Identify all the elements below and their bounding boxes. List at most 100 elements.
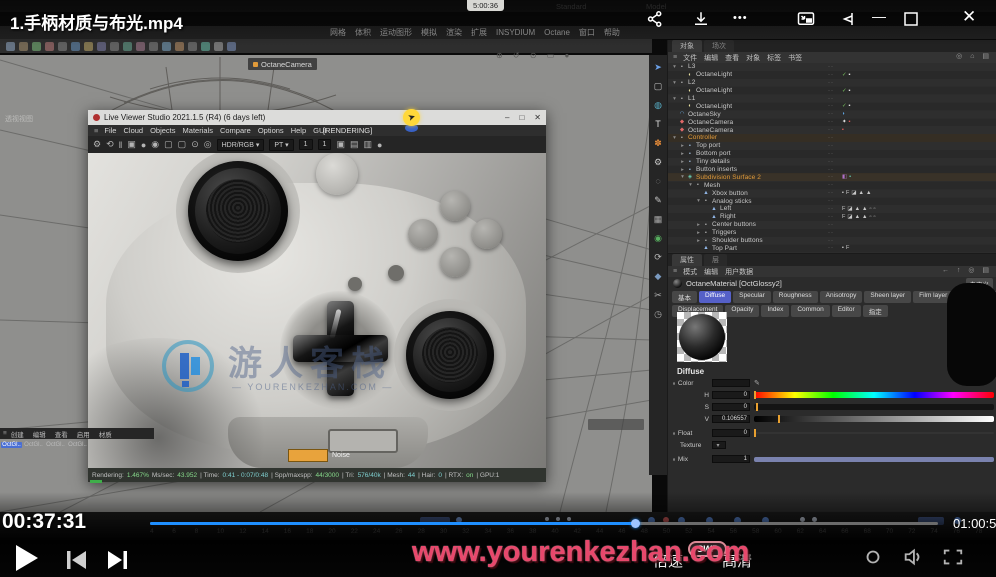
strip-tool-icon[interactable]: ▢ [650,77,666,96]
object-tag-icon[interactable]: ▪ [849,174,851,180]
strip-tool-icon[interactable]: ▦ [650,210,666,229]
sat-slider[interactable] [754,404,994,410]
visibility-dots[interactable]: ·· [828,159,834,165]
menu-item[interactable]: File [104,126,116,135]
visibility-dots[interactable]: ·· [828,222,834,228]
dock-right-icon[interactable] [838,10,860,28]
visibility-dots[interactable]: ·· [828,151,834,157]
menu-item[interactable]: Cloud [123,126,143,135]
material-channel-tab[interactable]: Common [791,305,829,317]
kernel-dropdown[interactable]: PT ▾ [269,139,293,151]
material-channel-tab[interactable]: Specular [733,291,771,303]
object-tree-item[interactable]: ▸▪Center buttons·· [668,221,996,229]
object-tree-item[interactable]: ▾▪Analog sticks·· [668,197,996,205]
object-tag-icon[interactable]: ▪ [842,127,844,133]
object-tree-item[interactable]: ▾▪Mesh·· [668,181,996,189]
object-tag-icon[interactable]: ▲ [862,206,867,212]
menu-item[interactable]: 模式 [683,267,697,277]
object-tree-item[interactable]: ▾◈Subdivision Surface 2··◧▪ [668,173,996,181]
strip-tool-icon[interactable]: ◉ [650,229,666,248]
visibility-dots[interactable]: ·· [828,72,834,78]
fullscreen-icon[interactable] [942,547,964,567]
strip-tool-icon[interactable]: T [650,115,666,134]
panel-burger-icon[interactable]: ≡ [673,54,677,61]
visibility-dots[interactable]: ·· [828,206,834,212]
object-tag-icon[interactable]: ▲ [862,214,867,220]
object-tag-icon[interactable]: ▫ [869,214,871,220]
strip-tool-icon[interactable]: ✎ [650,191,666,210]
object-tag-icon[interactable]: ▲ [855,214,860,220]
material-channel-tab[interactable]: Roughness [773,291,818,303]
material-thumbnail[interactable]: OctGl.. [23,441,44,448]
lv-tool-icon[interactable]: ▤ [350,139,359,150]
menu-item[interactable]: 文件 [683,53,697,63]
object-tag-icon[interactable]: ▫ [873,206,875,212]
visibility-dots[interactable]: ·· [828,245,834,251]
strip-tool-icon[interactable]: ◆ [650,267,666,286]
menu-item[interactable]: 启用 [77,429,90,439]
object-tree-item[interactable]: ▸▪Bottom port·· [668,150,996,158]
object-tag-icon[interactable]: ▲ [855,206,860,212]
tree-caret-icon[interactable]: ▸ [695,222,702,228]
object-tag-icon[interactable]: ✓ [842,103,847,109]
object-tree-item[interactable]: ▸▪Triggers·· [668,229,996,237]
play-button[interactable] [16,545,38,571]
menu-item[interactable]: 标签 [767,53,781,63]
visibility-dots[interactable]: ·· [828,64,834,70]
spin-field-1[interactable]: 1 [299,139,313,150]
live-viewer-titlebar[interactable]: Live Viewer Studio 2021.1.5 (R4) (6 days… [88,110,546,125]
color-swatch[interactable] [712,379,750,387]
visibility-dots[interactable]: ·· [828,167,834,173]
next-button[interactable] [104,549,130,571]
menu-item[interactable]: Help [291,126,306,135]
tree-caret-icon[interactable]: ▾ [671,64,678,70]
download-icon[interactable] [690,10,712,28]
visibility-dots[interactable]: ·· [828,80,834,86]
lv-tool-icon[interactable]: ● [377,140,382,150]
lv-maximize-button[interactable]: □ [519,113,524,122]
object-tag-icon[interactable]: F [846,190,849,196]
strip-tool-icon[interactable]: ◷ [650,305,666,324]
visibility-dots[interactable]: ·· [828,111,834,117]
object-tree-item[interactable]: ◐OctaneLight··✓▪ [668,71,996,79]
visibility-dots[interactable]: ·· [828,96,834,102]
spin-field-2[interactable]: 1 [318,139,332,150]
object-tree-item[interactable]: ▸▪Shoulder buttons·· [668,237,996,245]
share-icon[interactable] [644,10,666,28]
mix-slider[interactable] [754,457,994,462]
object-tag-icon[interactable]: ✓ [842,88,847,94]
tree-caret-icon[interactable]: ▸ [695,230,702,236]
lv-tool-icon[interactable]: ⟲ [106,139,114,150]
tree-caret-icon[interactable]: ▾ [687,182,694,188]
lv-tool-icon[interactable]: ▢ [178,139,187,150]
material-channel-tab[interactable]: Opacity [725,305,759,317]
val-slider-handle[interactable] [778,415,780,423]
material-channel-tab[interactable]: Diffuse [699,291,731,303]
lv-tool-icon[interactable]: ◎ [204,139,212,150]
viewport-view-label[interactable]: 透视视图 [5,114,33,124]
object-tree-item[interactable]: ▾▪L3·· [668,63,996,71]
strip-tool-icon[interactable]: ◌ [650,172,666,191]
object-tag-icon[interactable]: ◪ [847,206,852,212]
object-tag-icon[interactable]: ▫ [873,214,875,220]
tree-caret-icon[interactable]: ▸ [679,143,686,149]
float-slider-handle[interactable] [754,429,756,437]
object-tree-item[interactable]: ▸▪Button inserts·· [668,166,996,174]
color-label[interactable]: ∘ Color [672,379,712,387]
strip-tool-icon[interactable]: ◍ [650,96,666,115]
lv-tool-icon[interactable]: ▥ [363,139,372,150]
render-view[interactable]: Noise [88,153,546,468]
visibility-dots[interactable]: ·· [828,135,834,141]
lv-tool-icon[interactable]: ▢ [164,139,173,150]
val-slider[interactable] [754,416,994,422]
sat-field[interactable]: 0 [712,403,750,411]
lv-tool-icon[interactable]: ⊙ [191,139,199,150]
menu-item[interactable]: 编辑 [33,429,46,439]
object-tag-icon[interactable]: ▪ [842,190,844,196]
object-tree-item[interactable]: ▲Xbox button··▪F◪▲▲ [668,189,996,197]
object-tree-item[interactable]: ▾▪L2·· [668,79,996,87]
material-channel-tab[interactable]: 基本 [672,291,697,303]
menu-item[interactable]: 用户数据 [725,267,753,277]
tree-caret-icon[interactable]: ▾ [695,198,702,204]
menu-item[interactable]: Objects [150,126,175,135]
